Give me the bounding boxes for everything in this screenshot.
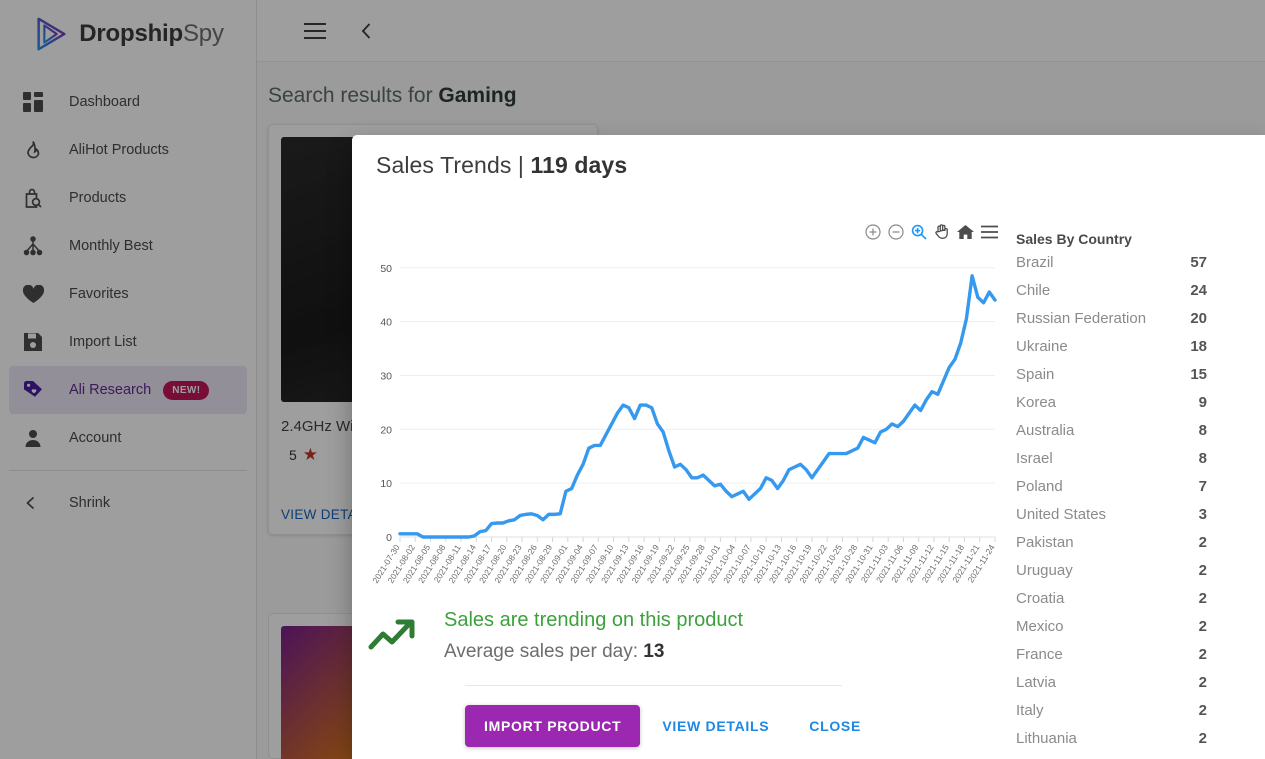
country-name: United States [1016,506,1106,523]
modal-title-prefix: Sales Trends | [376,152,531,178]
trend-headline: Sales are trending on this product [444,609,743,632]
view-details-button[interactable]: VIEW DETAILS [644,705,787,747]
country-row: United States 3 [1012,505,1265,533]
country-name: Pakistan [1016,534,1074,551]
svg-text:10: 10 [380,478,392,490]
country-row: Ukraine 18 [1012,337,1265,365]
country-row: Italy 2 [1012,701,1265,729]
country-name: Uruguay [1016,562,1073,579]
country-row: Israel 8 [1012,449,1265,477]
country-name: Italy [1016,702,1044,719]
country-name: Chile [1016,282,1050,299]
svg-text:40: 40 [380,317,392,329]
country-name: Mexico [1016,618,1064,635]
country-value: 2 [1199,646,1207,663]
country-value: 8 [1199,422,1207,439]
country-value: 7 [1199,478,1207,495]
trending-up-arrow-icon [362,607,422,655]
country-row: Mexico 2 [1012,617,1265,645]
country-name: Ukraine [1016,338,1068,355]
modal-title-days: 119 days [531,152,628,178]
country-value: 18 [1190,338,1207,355]
svg-text:50: 50 [380,263,392,275]
country-name: Latvia [1016,674,1056,691]
country-name: Poland [1016,478,1063,495]
sales-trend-chart[interactable]: 010203040502021-07-302021-08-022021-08-0… [352,179,1012,599]
country-value: 8 [1199,450,1207,467]
country-value: 2 [1199,590,1207,607]
svg-text:0: 0 [386,532,392,544]
sales-by-country-title: Sales By Country [1012,231,1265,247]
country-list: Brazil 57 Chile 24 Russian Federation 20 Ukrai… [1012,253,1265,759]
country-value: 3 [1199,506,1207,523]
country-row: Australia 8 [1012,421,1265,449]
modal-body: 010203040502021-07-302021-08-022021-08-0… [352,179,1265,759]
selection-zoom-icon[interactable] [911,224,927,240]
zoom-in-icon[interactable] [865,224,881,240]
chart-toolbar [865,223,998,240]
country-row: Pakistan 2 [1012,533,1265,561]
country-row: Latvia 2 [1012,673,1265,701]
country-name: Australia [1016,422,1074,439]
country-value: 24 [1190,282,1207,299]
country-name: Korea [1016,394,1056,411]
country-name: Israel [1016,450,1053,467]
zoom-out-icon[interactable] [888,224,904,240]
home-reset-icon[interactable] [957,224,974,240]
country-value: 9 [1199,394,1207,411]
country-value: 2 [1199,730,1207,747]
menu-icon[interactable] [981,225,998,239]
country-value: 2 [1199,674,1207,691]
country-row: Russian Federation 20 [1012,309,1265,337]
average-sales-value: 13 [643,641,664,662]
country-value: 2 [1199,562,1207,579]
country-name: Lithuania [1016,730,1077,747]
chart-svg: 010203040502021-07-302021-08-022021-08-0… [352,179,1012,599]
close-button[interactable]: CLOSE [791,705,879,747]
country-name: Croatia [1016,590,1064,607]
country-name: Spain [1016,366,1054,383]
country-value: 2 [1199,534,1207,551]
app-root: DropshipSpy Dashboard AliHot Products [0,0,1265,759]
country-row: Uruguay 2 [1012,561,1265,589]
import-product-button[interactable]: IMPORT PRODUCT [465,705,640,747]
country-row: Chile 24 [1012,281,1265,309]
modal-actions: IMPORT PRODUCT VIEW DETAILS CLOSE [352,686,1012,747]
country-value: 2 [1199,702,1207,719]
country-row: France 2 [1012,645,1265,673]
trend-text: Sales are trending on this product Avera… [444,607,743,663]
trend-summary: Sales are trending on this product Avera… [352,599,1012,663]
country-row: Brazil 57 [1012,253,1265,281]
country-row: Spain 15 [1012,365,1265,393]
sales-trends-modal: Sales Trends | 119 days [352,135,1265,759]
country-row: Korea 9 [1012,393,1265,421]
average-sales: Average sales per day: 13 [444,641,743,663]
average-sales-label: Average sales per day: [444,641,643,662]
modal-title: Sales Trends | 119 days [352,135,1265,179]
country-value: 15 [1190,366,1207,383]
country-value: 2 [1199,618,1207,635]
sales-by-country-panel: Sales By Country Brazil 57 Chile 24 Russian … [1012,179,1265,759]
country-name: France [1016,646,1063,663]
country-row: Poland 7 [1012,477,1265,505]
svg-text:20: 20 [380,424,392,436]
country-name: Brazil [1016,254,1054,271]
country-value: 57 [1190,254,1207,271]
chart-column: 010203040502021-07-302021-08-022021-08-0… [352,179,1012,759]
country-value: 20 [1190,310,1207,327]
panning-icon[interactable] [934,223,950,240]
country-row: Lithuania 2 [1012,729,1265,757]
svg-text:30: 30 [380,370,392,382]
country-row: Croatia 2 [1012,589,1265,617]
country-name: Russian Federation [1016,310,1146,327]
